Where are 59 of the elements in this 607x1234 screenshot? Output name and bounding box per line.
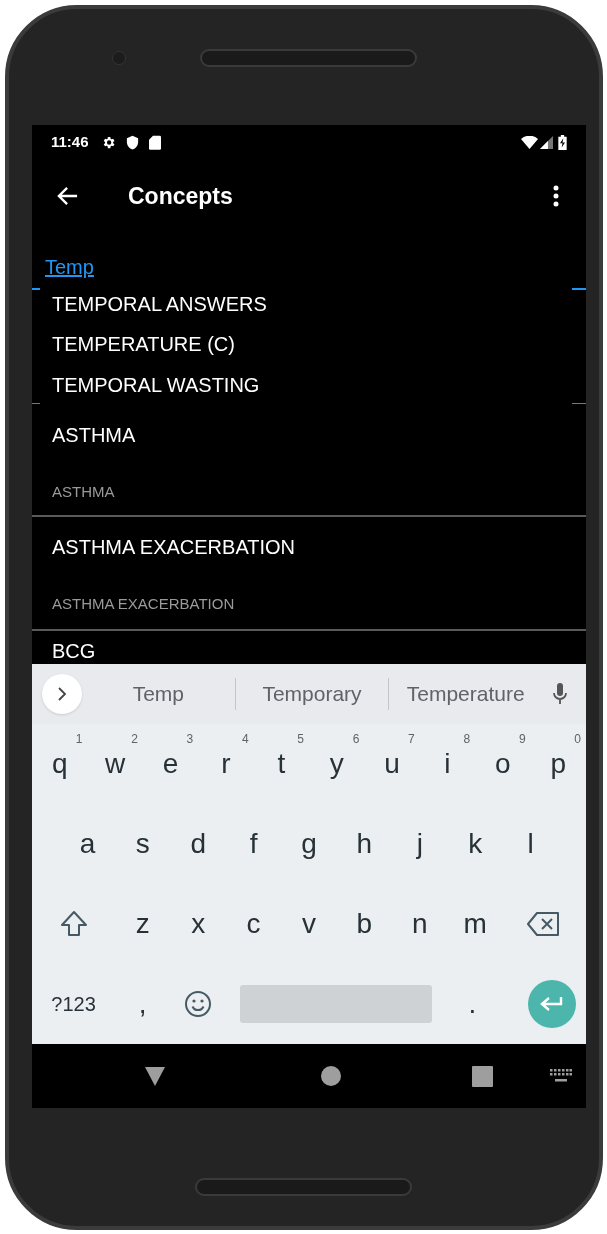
keyboard-key[interactable]: u 7 (364, 724, 420, 804)
keyboard-key[interactable]: a (59, 804, 116, 884)
symbols-key[interactable]: ?123 (32, 964, 116, 1044)
keyboard-key[interactable]: . (444, 964, 500, 1044)
keyboard-key[interactable]: l (502, 804, 559, 884)
concept-name[interactable]: ASTHMA (52, 423, 586, 447)
back-icon[interactable] (57, 186, 79, 206)
keyboard-key[interactable]: c (225, 884, 282, 964)
shift-icon[interactable] (58, 910, 89, 938)
microphone-icon[interactable] (553, 683, 567, 705)
concept-description: ASTHMA EXACERBATION (52, 594, 236, 614)
expand-button[interactable] (42, 674, 82, 714)
sd-card-icon (148, 135, 161, 150)
home-circle-icon[interactable] (321, 1066, 341, 1086)
keyboard-key[interactable]: n (392, 884, 448, 964)
keyboard-key[interactable]: q 1 (32, 724, 88, 804)
recents-square-icon[interactable] (472, 1065, 493, 1087)
word-suggestion[interactable]: Temperature (389, 678, 542, 710)
more-icon[interactable] (553, 185, 559, 207)
keyboard-key[interactable]: i 8 (419, 724, 476, 804)
keyboard-key[interactable]: f (225, 804, 282, 884)
keyboard-key[interactable]: k (447, 804, 503, 884)
concept-description: ASTHMA (52, 482, 116, 502)
keyboard-key[interactable]: d (170, 804, 226, 884)
backspace-icon[interactable] (527, 911, 562, 937)
keyboard-key[interactable]: h (336, 804, 393, 884)
chevron-right-icon (57, 687, 67, 701)
word-suggestion[interactable]: Temp (82, 678, 235, 710)
return-arrow-icon (540, 996, 564, 1012)
battery-icon (558, 135, 567, 150)
screen-title: Concepts (128, 181, 233, 211)
keyboard-key[interactable]: , (115, 964, 171, 1044)
word-suggestion[interactable]: Temporary (235, 678, 389, 710)
smiley-icon[interactable] (184, 990, 213, 1018)
autocomplete-item[interactable]: TEMPORAL WASTING (40, 364, 572, 405)
keyboard-key[interactable]: m (447, 884, 503, 964)
keyboard-key[interactable]: j (392, 804, 448, 884)
keyboard-key[interactable]: g (281, 804, 337, 884)
keyboard-key[interactable]: s (115, 804, 171, 884)
wifi-icon (521, 136, 538, 149)
keyboard-key[interactable]: b (336, 884, 393, 964)
concept-name[interactable]: ASTHMA EXACERBATION (52, 535, 586, 559)
keyboard-icon[interactable] (550, 1069, 572, 1083)
autocomplete-item[interactable]: TEMPERATURE (C) (40, 324, 572, 365)
keyboard-key[interactable]: z (115, 884, 171, 964)
keyboard-key[interactable]: e 3 (142, 724, 199, 804)
concept-name[interactable]: BCG (52, 640, 96, 662)
back-triangle-icon[interactable] (145, 1066, 165, 1086)
keyboard-key[interactable]: v (281, 884, 337, 964)
shield-icon (125, 135, 139, 150)
keyboard-key[interactable]: p 0 (530, 724, 586, 804)
signal-icon (540, 136, 553, 149)
status-time: 11:46 (51, 132, 89, 153)
keyboard-key[interactable]: y 6 (309, 724, 365, 804)
keyboard-key[interactable]: r 4 (198, 724, 254, 804)
keyboard-key[interactable]: w 2 (87, 724, 143, 804)
keyboard-key[interactable]: x (170, 884, 226, 964)
keyboard-key[interactable]: t 5 (253, 724, 309, 804)
keyboard-key[interactable]: o 9 (475, 724, 531, 804)
